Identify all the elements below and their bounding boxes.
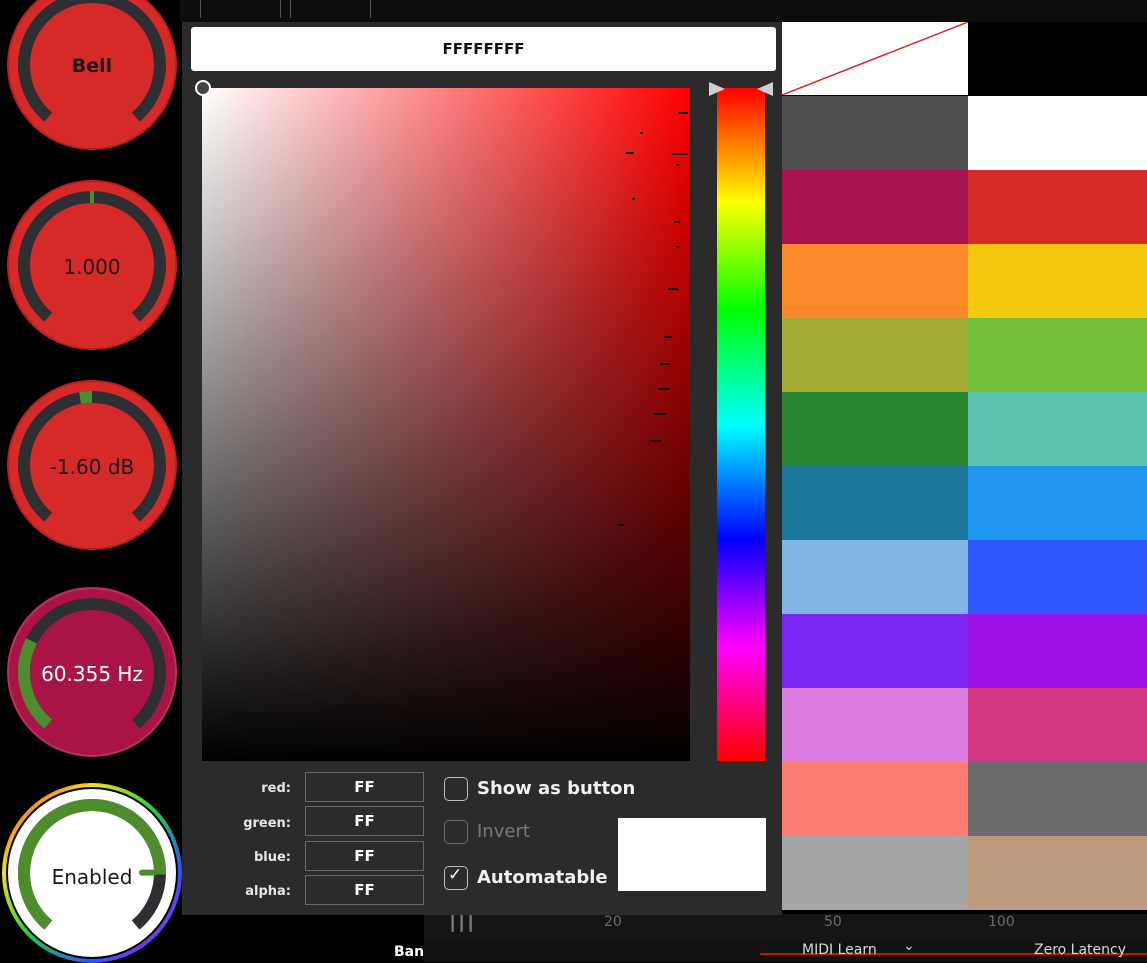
knob[interactable]: 60.355 Hz [2, 582, 182, 762]
axis-label-50: 50 [824, 914, 842, 930]
piano-icon[interactable]: ┃┃┃ [448, 914, 475, 932]
frequency-axis [424, 914, 1147, 942]
saturation-brightness-square[interactable] [202, 88, 690, 761]
grid-tick [280, 0, 281, 18]
swatch-black[interactable] [968, 22, 1147, 95]
color-swatch[interactable] [782, 392, 968, 466]
grid-tick [290, 0, 291, 18]
color-preview-swatch [618, 818, 766, 891]
hue-slider[interactable] [717, 88, 765, 761]
axis-label-20: 20 [604, 914, 622, 930]
color-swatch[interactable] [782, 170, 968, 244]
green-label: green: [201, 816, 291, 831]
red-label: red: [201, 781, 291, 796]
color-swatch[interactable] [968, 688, 1147, 762]
band-label: Banc [394, 944, 424, 960]
color-swatch[interactable] [782, 614, 968, 688]
chevron-down-icon[interactable]: ⌄ [903, 938, 915, 954]
swatch-transparent[interactable] [782, 22, 968, 95]
knob-value-label: Enabled [2, 865, 182, 889]
knob[interactable]: Enabled [2, 783, 182, 963]
color-swatch[interactable] [782, 466, 968, 540]
knob-value-label: Bell [2, 55, 182, 77]
invert-checkbox[interactable] [444, 820, 468, 844]
hue-slider-handle-right[interactable] [757, 82, 773, 96]
zero-latency-button[interactable]: Zero Latency [1034, 942, 1126, 958]
color-swatch[interactable] [968, 170, 1147, 244]
grid-tick [200, 0, 201, 18]
color-swatch[interactable] [782, 318, 968, 392]
automatable-label: Automatable [477, 867, 608, 888]
midi-learn-button[interactable]: MIDI Learn [802, 942, 877, 958]
hue-slider-handle-left[interactable] [709, 82, 725, 96]
blue-label: blue: [201, 850, 291, 865]
color-swatch[interactable] [782, 244, 968, 318]
knob[interactable]: 1.000 [2, 175, 182, 355]
color-swatch[interactable] [968, 762, 1147, 836]
blue-field[interactable]: FF [305, 841, 424, 871]
checkmark-icon: ✓ [448, 865, 462, 885]
color-swatch[interactable] [968, 392, 1147, 466]
knob-dial-icon [2, 0, 182, 155]
show-as-button-label: Show as button [477, 778, 635, 799]
knob-value-label: 60.355 Hz [2, 662, 182, 686]
knob-value-label: 1.000 [2, 255, 182, 279]
knob[interactable]: -1.60 dB [2, 375, 182, 555]
color-swatch[interactable] [782, 836, 968, 910]
color-swatch[interactable] [968, 836, 1147, 910]
color-swatch[interactable] [968, 244, 1147, 318]
color-swatch[interactable] [782, 96, 968, 170]
knob-value-label: -1.60 dB [2, 455, 182, 479]
color-swatch[interactable] [968, 318, 1147, 392]
color-swatch[interactable] [782, 762, 968, 836]
color-swatch[interactable] [968, 466, 1147, 540]
color-swatch[interactable] [968, 614, 1147, 688]
grid-tick [370, 0, 371, 18]
axis-label-100: 100 [988, 914, 1015, 930]
color-swatch[interactable] [968, 540, 1147, 614]
red-field[interactable]: FF [305, 772, 424, 802]
alpha-field[interactable]: FF [305, 875, 424, 905]
color-swatch[interactable] [782, 540, 968, 614]
background-top-strip [180, 0, 1147, 22]
automatable-checkbox[interactable]: ✓ [444, 866, 468, 890]
color-cursor-handle[interactable] [195, 80, 211, 96]
invert-label: Invert [477, 821, 530, 842]
color-swatch[interactable] [782, 688, 968, 762]
show-as-button-checkbox[interactable] [444, 777, 468, 801]
knob[interactable]: Bell [2, 0, 182, 155]
green-field[interactable]: FF [305, 806, 424, 836]
hex-value-field[interactable]: FFFFFFFF [191, 27, 776, 71]
transparent-slash-icon [782, 22, 968, 95]
alpha-label: alpha: [201, 884, 291, 899]
color-swatch[interactable] [968, 96, 1147, 170]
